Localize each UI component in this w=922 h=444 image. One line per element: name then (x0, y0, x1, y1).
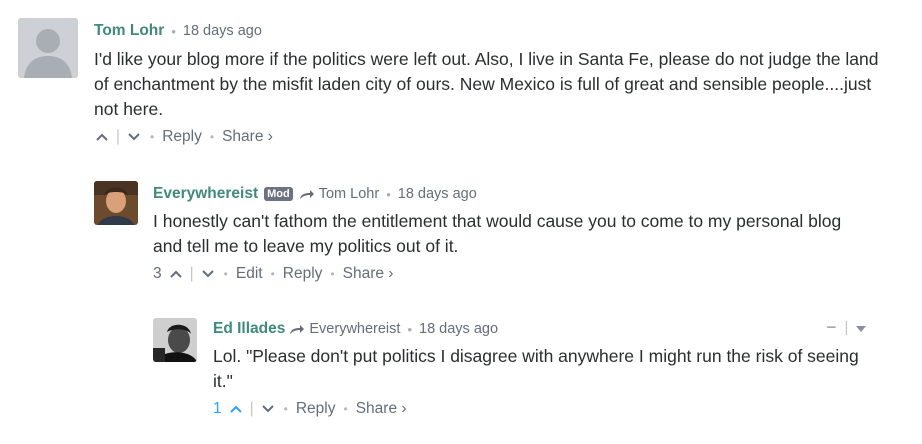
separator-dot: • (223, 267, 228, 281)
avatar[interactable] (18, 18, 78, 78)
avatar[interactable] (94, 181, 138, 225)
vote-count: 3 (153, 265, 162, 282)
separator-dot: • (209, 130, 215, 144)
share-link[interactable]: Share › (222, 128, 273, 146)
divider: | (116, 128, 121, 145)
separator-dot: • (171, 23, 176, 39)
upvote-icon[interactable] (94, 130, 110, 144)
separator-dot: • (150, 130, 155, 144)
comment-text: Lol. "Please don't put politics I disagr… (213, 346, 859, 391)
default-avatar-icon (18, 18, 78, 78)
chevron-down-icon[interactable] (856, 319, 867, 337)
share-link[interactable]: Share › (356, 400, 407, 418)
separator-dot: • (343, 402, 348, 416)
separator-dot: • (330, 267, 335, 281)
user-photo-icon (153, 318, 197, 362)
separator-dot: • (283, 402, 288, 416)
downvote-icon[interactable] (200, 267, 216, 281)
reply-link[interactable]: Reply (296, 400, 336, 418)
vote-count: 1 (213, 400, 222, 417)
edit-link[interactable]: Edit (236, 265, 263, 283)
timestamp[interactable]: 18 days ago (183, 23, 262, 39)
comment-footer: 1 | • Reply • Share › (213, 400, 407, 418)
collapse-icon[interactable]: − (826, 317, 837, 338)
reply-arrow-icon (289, 323, 305, 335)
reply-link[interactable]: Reply (283, 265, 323, 283)
author-name[interactable]: Everywhereist (153, 185, 258, 203)
comment-text: I'd like your blog more if the politics … (94, 49, 879, 119)
comment-footer: 3 | • Edit • Reply • Share › (153, 265, 393, 283)
comment-footer: | • Reply • Share › (94, 128, 273, 146)
divider: | (844, 319, 849, 336)
separator-dot: • (407, 321, 412, 337)
timestamp[interactable]: 18 days ago (419, 321, 498, 337)
comment-text: I honestly can't fathom the entitlement … (153, 211, 842, 256)
upvote-icon[interactable] (168, 267, 184, 281)
reply-to-author[interactable]: Everywhereist (309, 321, 400, 337)
divider: | (189, 265, 194, 282)
author-name[interactable]: Tom Lohr (94, 22, 164, 40)
reply-to-author[interactable]: Tom Lohr (319, 186, 379, 202)
downvote-icon[interactable] (260, 402, 276, 416)
user-photo-icon (94, 181, 138, 225)
timestamp[interactable]: 18 days ago (398, 186, 477, 202)
divider: | (249, 400, 254, 417)
separator-dot: • (386, 186, 391, 202)
avatar[interactable] (153, 318, 197, 362)
upvote-icon[interactable] (228, 402, 244, 416)
downvote-icon[interactable] (126, 130, 142, 144)
reply-arrow-icon (299, 188, 315, 200)
author-name[interactable]: Ed Illades (213, 320, 285, 338)
mod-badge: Mod (264, 187, 293, 201)
share-link[interactable]: Share › (343, 265, 394, 283)
comment-controls: − | (826, 317, 867, 338)
separator-dot: • (270, 267, 275, 281)
reply-link[interactable]: Reply (162, 128, 202, 146)
